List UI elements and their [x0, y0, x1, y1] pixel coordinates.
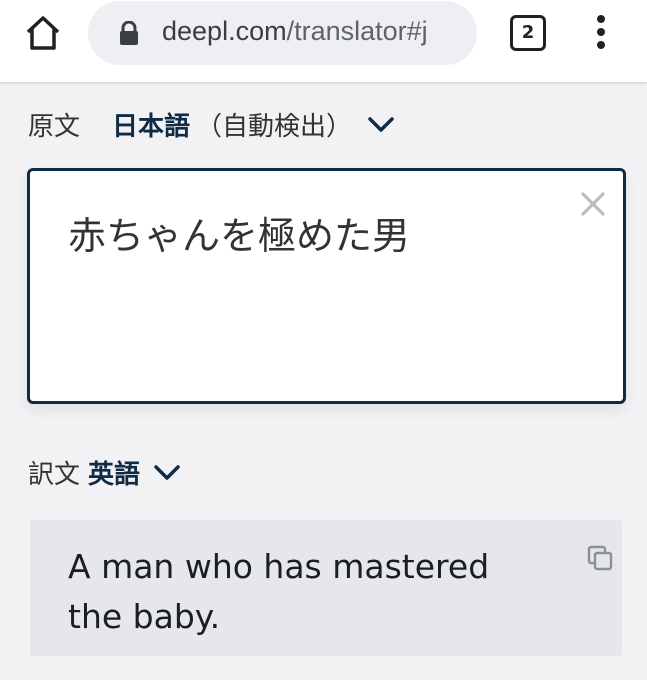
copy-icon[interactable] — [586, 544, 614, 572]
translation-output: A man who has mastered the baby. — [30, 520, 622, 656]
chevron-down-icon[interactable] — [152, 457, 182, 487]
lock-icon — [120, 21, 138, 45]
target-language[interactable]: 英語 — [88, 454, 140, 491]
address-bar[interactable]: deepl.com/translator#j — [88, 1, 477, 65]
source-label: 原文 — [28, 111, 81, 142]
translation-text: A man who has mastered the baby. — [68, 542, 548, 642]
source-language-row[interactable]: 原文 日本語 （自動検出） — [28, 104, 396, 144]
auto-detect-label: （自動検出） — [196, 111, 353, 142]
translation-line: the baby. — [68, 597, 221, 636]
translation-line: A man who has mastered — [68, 547, 490, 586]
source-text[interactable]: 赤ちゃんを極めた男 — [68, 205, 410, 260]
url-path: /translator#j — [286, 16, 428, 46]
source-text-area[interactable]: 赤ちゃんを極めた男 — [27, 168, 626, 404]
target-language-row[interactable]: 訳文 英語 — [28, 452, 182, 492]
url-text: deepl.com/translator#j — [162, 16, 428, 47]
home-button[interactable] — [22, 12, 64, 54]
url-domain: deepl.com — [162, 16, 287, 46]
target-label: 訳文 — [28, 459, 81, 490]
clear-icon[interactable] — [580, 191, 606, 217]
home-icon — [26, 16, 60, 50]
tab-switcher-button[interactable]: 2 — [510, 15, 546, 51]
browser-menu-button[interactable] — [591, 12, 611, 52]
more-vert-icon — [597, 15, 605, 49]
chevron-down-icon[interactable] — [366, 109, 396, 139]
browser-toolbar: deepl.com/translator#j 2 — [0, 0, 647, 82]
source-language[interactable]: 日本語 — [112, 106, 190, 143]
